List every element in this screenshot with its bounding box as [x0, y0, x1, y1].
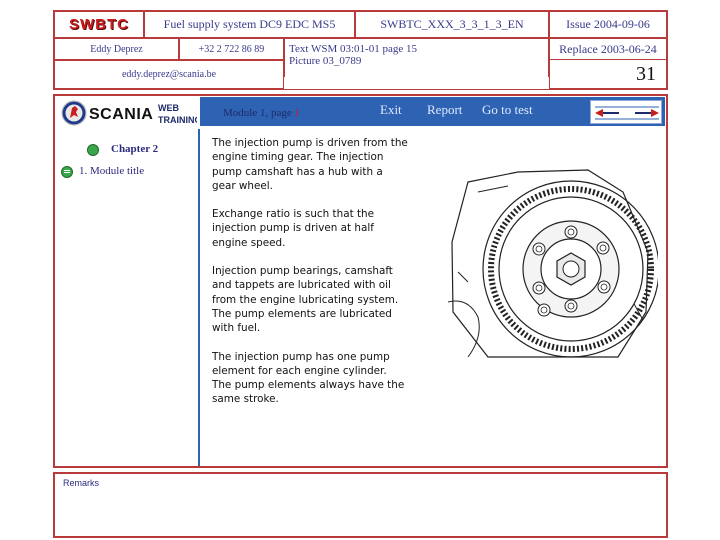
author-name: Eddy Deprez [90, 43, 143, 55]
module-prefix: Module 1, page [223, 107, 295, 119]
module-page-number: 1 [294, 107, 300, 119]
page-number-cell: 31 [549, 60, 667, 89]
paragraph-4: The injection pump has one pump element … [212, 350, 405, 406]
top-navbar: SCANIA WEB TRAINING Exit Report Go to te… [55, 96, 666, 129]
phone-number: +32 2 722 86 89 [198, 43, 265, 55]
lesson-text: The injection pump is driven from the en… [212, 136, 408, 421]
nav-arrows-graphic [595, 106, 659, 120]
paragraph-2: Exchange ratio is such that the injectio… [212, 208, 374, 249]
chapter-item[interactable]: Chapter 2 [87, 143, 197, 159]
email-cell: eddy.deprez@scania.be [54, 60, 284, 89]
remarks-label: Remarks [63, 478, 100, 488]
web-label: WEB [158, 103, 179, 113]
brand-logo: SWBTC [69, 16, 129, 33]
paragraph-1: The injection pump is driven from the en… [212, 137, 408, 192]
replace-cell: Replace 2003-06-24 [549, 38, 667, 60]
scania-wordmark: SCANIA [89, 106, 153, 123]
replace-date: Replace 2003-06-24 [559, 41, 657, 56]
injection-pump-gear-drawing [448, 169, 658, 358]
griffin-emblem-icon [61, 100, 87, 126]
doc-code: SWBTC_XXX_3_3_1_3_EN [380, 17, 524, 31]
reference-cell: Text WSM 03:01-01 page 15 Picture 03_078… [284, 38, 549, 77]
author-cell: Eddy Deprez [54, 38, 179, 60]
go-to-test-link[interactable]: Go to test [482, 102, 533, 118]
course-title-cell: Fuel supply system DC9 EDC MS5 [144, 11, 355, 38]
phone-cell: +32 2 722 86 89 [179, 38, 284, 60]
reference-text: Text WSM 03:01-01 page 15 [289, 43, 417, 55]
nav-arrows [590, 100, 662, 124]
sidebar: Chapter 2 1. Module title [55, 129, 200, 466]
previous-arrow-icon[interactable] [595, 109, 619, 117]
module-page-label: Module 1, page 1 [223, 107, 300, 119]
paragraph-3: Injection pump bearings, camshaft and ta… [212, 265, 399, 335]
training-label: TRAINING [158, 115, 197, 125]
chapter-label: Chapter 2 [111, 143, 159, 155]
header-table: SWBTC Fuel supply system DC9 EDC MS5 SWB… [53, 10, 668, 90]
remarks-box[interactable]: Remarks [53, 472, 668, 538]
author-email[interactable]: eddy.deprez@scania.be [122, 69, 216, 80]
doc-code-cell: SWBTC_XXX_3_3_1_3_EN [355, 11, 549, 38]
issue-date: Issue 2004-09-06 [566, 17, 650, 31]
module-title-label: 1. Module title [79, 165, 145, 177]
exit-link[interactable]: Exit [380, 102, 402, 118]
page-number: 31 [636, 63, 656, 85]
next-arrow-icon[interactable] [635, 109, 659, 117]
content-frame: SCANIA WEB TRAINING Exit Report Go to te… [53, 94, 668, 468]
chapter-status-icon [87, 144, 99, 156]
brand-cell: SWBTC [54, 11, 144, 38]
course-title: Fuel supply system DC9 EDC MS5 [163, 17, 336, 31]
report-link[interactable]: Report [427, 102, 462, 118]
module-status-icon [61, 166, 73, 178]
issue-cell: Issue 2004-09-06 [549, 11, 667, 38]
module-title-item[interactable]: 1. Module title [61, 165, 199, 181]
scania-web-training-logo: SCANIA WEB TRAINING [61, 100, 197, 126]
reference-picture: Picture 03_0789 [289, 55, 362, 67]
